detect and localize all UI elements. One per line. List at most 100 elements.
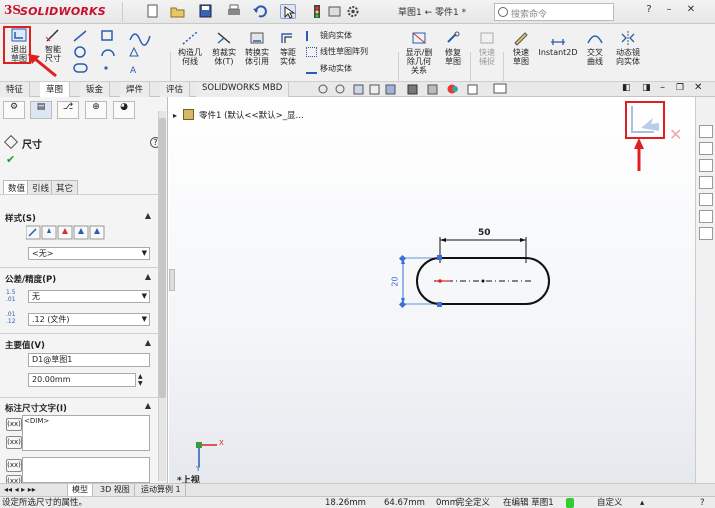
help-button[interactable]: ? bbox=[642, 4, 656, 18]
tab-evaluate[interactable]: 评估 bbox=[160, 82, 191, 97]
print-icon[interactable] bbox=[226, 4, 242, 19]
select-arrow-icon[interactable] bbox=[280, 4, 296, 19]
status-y-coord: 64.67mm bbox=[384, 498, 425, 508]
forum-icon[interactable] bbox=[699, 227, 713, 240]
dimension-value-field[interactable]: 20.00mm bbox=[28, 373, 136, 387]
tab-motion-study[interactable]: 运动算例 1 bbox=[137, 484, 186, 496]
panel-left-arrow-icon[interactable]: ◧ bbox=[622, 83, 631, 93]
intersection-curve-button[interactable]: 交叉曲线 bbox=[580, 30, 610, 66]
move-entities-button[interactable]: 移动实体 bbox=[306, 63, 352, 74]
rebuild-status-icon[interactable] bbox=[566, 498, 574, 508]
dim-text-xx-icon[interactable]: (xx) bbox=[6, 459, 22, 472]
save-icon[interactable] bbox=[198, 4, 214, 19]
style-buttons-icon[interactable] bbox=[26, 225, 110, 241]
spin-buttons-icon[interactable]: ▲ ▼ bbox=[138, 373, 143, 387]
dimension-text-area[interactable]: <DIM> bbox=[22, 415, 150, 451]
feature-tree-item[interactable]: 零件1 (默认<<默认>_显... bbox=[199, 109, 304, 121]
convert-label: 转换实体引用 bbox=[245, 48, 269, 66]
view-palette-icon[interactable] bbox=[699, 176, 713, 189]
undo-icon[interactable] bbox=[252, 4, 268, 19]
tab-features[interactable]: 特征 bbox=[0, 82, 31, 97]
quick-snaps-button[interactable]: 快速捕捉 bbox=[473, 30, 501, 66]
units-chevron-icon[interactable]: ▴ bbox=[640, 497, 644, 508]
mirror-entities-button[interactable]: 镜向实体 bbox=[306, 30, 352, 41]
trim-entities-button[interactable]: 剪裁实体(T) bbox=[208, 30, 240, 66]
convert-entities-button[interactable]: 转换实体引用 bbox=[241, 30, 273, 66]
close-view-icon[interactable]: ✕ bbox=[694, 82, 702, 93]
cancel-x-icon[interactable]: ✕ bbox=[669, 125, 682, 144]
heads-up-view-toolbar[interactable] bbox=[318, 83, 558, 96]
tolerance-type-select[interactable]: 无 ▼ bbox=[28, 290, 150, 303]
search-icon bbox=[498, 7, 508, 17]
tab-weldments[interactable]: 焊件 bbox=[120, 82, 151, 97]
restore-view-icon[interactable]: ❐ bbox=[676, 83, 684, 93]
tree-expand-arrow-icon[interactable]: ▸ bbox=[173, 111, 177, 120]
axis-x-label: X bbox=[219, 439, 224, 447]
tab-nav-arrows-icon[interactable]: ◂◂ ◂ ▸ ▸▸ bbox=[0, 484, 68, 496]
panel-right-arrow-icon[interactable]: ◨ bbox=[642, 83, 651, 93]
tab-model[interactable]: 模型 bbox=[68, 484, 93, 496]
panel-scrollbar-thumb[interactable] bbox=[159, 118, 166, 398]
display-delete-relations-button[interactable]: 显示/删除几何关系 bbox=[402, 30, 436, 75]
subtab-other[interactable]: 其它 bbox=[51, 180, 79, 195]
custom-properties-icon[interactable] bbox=[699, 210, 713, 223]
panel-collapse-handle[interactable] bbox=[169, 269, 175, 291]
minimize-button[interactable]: – bbox=[662, 4, 676, 18]
property-manager-icon[interactable]: ▤ bbox=[30, 101, 52, 119]
trim-icon bbox=[217, 32, 231, 44]
new-file-icon[interactable] bbox=[145, 4, 161, 19]
vertical-dimension-label[interactable]: 20 bbox=[391, 276, 400, 286]
subtab-value[interactable]: 数值 bbox=[3, 180, 31, 195]
solidworks-logo[interactable]: 3S SOLIDWORKS bbox=[4, 3, 114, 21]
dimension-text-area-lower[interactable] bbox=[22, 457, 150, 483]
instant2d-button[interactable]: Instant2D bbox=[538, 30, 578, 57]
dim-text-xx-icon[interactable]: (xx) bbox=[6, 436, 22, 449]
appearances-icon[interactable] bbox=[699, 193, 713, 206]
tab-sketch[interactable]: 草图 bbox=[40, 82, 71, 97]
traffic-light-icon[interactable] bbox=[309, 4, 325, 19]
status-units[interactable]: 自定义 bbox=[597, 497, 623, 508]
configuration-icon[interactable]: ⎇ bbox=[57, 101, 79, 119]
open-file-icon[interactable] bbox=[170, 4, 186, 19]
offset-entities-button[interactable]: 等距实体 bbox=[274, 30, 302, 66]
minimize-view-icon[interactable]: – bbox=[660, 82, 665, 93]
feature-tree-icon[interactable]: ⚙ bbox=[3, 101, 25, 119]
close-button[interactable]: ✕ bbox=[684, 4, 698, 18]
collapse-caret-icon[interactable]: ▲ bbox=[145, 272, 151, 281]
dimension-text-section-header[interactable]: 标注尺寸文字(I) bbox=[5, 402, 67, 414]
dim-text-xx-icon[interactable]: (xx) bbox=[6, 418, 22, 431]
primary-value-section-header[interactable]: 主要值(V) bbox=[5, 339, 45, 351]
ok-checkmark-icon[interactable]: ✔ bbox=[6, 153, 15, 166]
design-library-icon[interactable] bbox=[699, 142, 713, 155]
horizontal-dimension-label[interactable]: 50 bbox=[478, 228, 491, 238]
collapse-caret-icon[interactable]: ▲ bbox=[145, 338, 151, 347]
home-icon[interactable] bbox=[699, 125, 713, 138]
tab-3d-view[interactable]: 3D 视图 bbox=[96, 484, 135, 496]
gear-icon[interactable] bbox=[345, 4, 361, 19]
collapse-caret-icon[interactable]: ▲ bbox=[145, 211, 151, 220]
display-manager-icon[interactable]: ◕ bbox=[113, 101, 135, 119]
construction-geometry-button[interactable]: 构造几何线 bbox=[174, 30, 206, 66]
dimension-name-field[interactable]: D1@草图1 bbox=[28, 353, 150, 367]
dynamic-mirror-button[interactable]: 动态镜向实体 bbox=[612, 30, 644, 66]
status-x-coord: 18.26mm bbox=[325, 498, 366, 508]
dimxpert-icon[interactable]: ⊕ bbox=[85, 101, 107, 119]
rebuild-icon[interactable] bbox=[327, 4, 343, 19]
file-explorer-icon[interactable] bbox=[699, 159, 713, 172]
subtab-leaders[interactable]: 引线 bbox=[27, 180, 55, 195]
style-select[interactable]: <无> ▼ bbox=[28, 247, 150, 260]
collapse-caret-icon[interactable]: ▲ bbox=[145, 401, 151, 410]
linear-pattern-button[interactable]: 线性草图阵列 bbox=[306, 46, 368, 57]
search-box[interactable]: 搜索命令 bbox=[494, 3, 614, 21]
search-input[interactable]: 搜索命令 bbox=[511, 7, 547, 20]
precision-select[interactable]: .12 (文件) ▼ bbox=[28, 313, 150, 326]
tolerance-section-header[interactable]: 公差/精度(P) bbox=[5, 273, 56, 285]
status-help-icon[interactable]: ? bbox=[700, 497, 705, 508]
tab-mbd[interactable]: SOLIDWORKS MBD bbox=[196, 82, 290, 97]
rapid-sketch-button[interactable]: 快速草图 bbox=[506, 30, 536, 66]
graphics-area[interactable]: ▸ 零件1 (默认<<默认>_显... 50 20 ✕ X Y *上视 bbox=[169, 97, 695, 497]
repair-sketch-button[interactable]: 修复草图 bbox=[438, 30, 468, 66]
sketch-geometry[interactable] bbox=[394, 227, 564, 312]
tab-sheet-metal[interactable]: 钣金 bbox=[80, 82, 111, 97]
style-section-header[interactable]: 样式(S) bbox=[5, 212, 36, 224]
